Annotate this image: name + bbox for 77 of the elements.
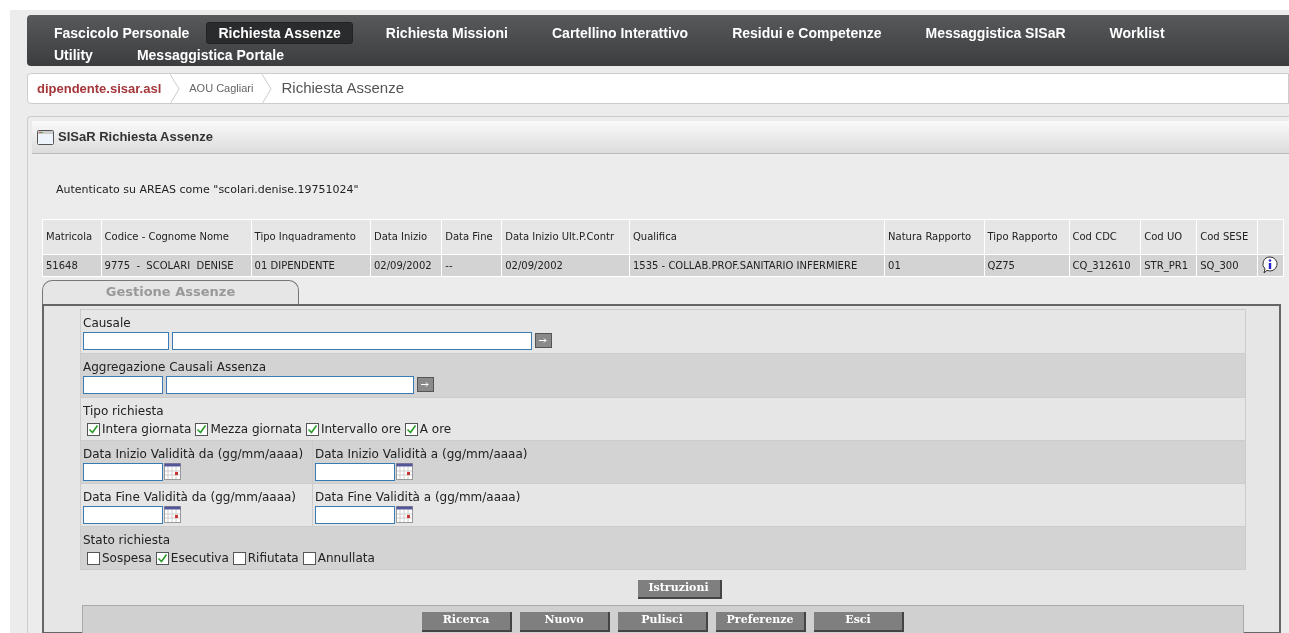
checkbox-label: Annullata [317, 549, 375, 567]
column-header: Cod SESE [1196, 219, 1258, 254]
column-header: Cod UO [1140, 219, 1197, 254]
field-label: Causale [83, 314, 132, 332]
input-field[interactable] [83, 505, 163, 524]
lookup-button[interactable] [417, 377, 434, 392]
input-field[interactable] [83, 462, 163, 481]
calendar-icon[interactable] [164, 463, 181, 480]
column-header: Tipo Inquadramento [251, 219, 371, 254]
checkbox[interactable] [87, 551, 100, 565]
column-header: Matricola [42, 219, 102, 254]
column-header: Data Inizio [370, 219, 442, 254]
checkbox-label: Intera giornata [102, 420, 192, 438]
checkbox[interactable] [404, 422, 418, 436]
action-button[interactable]: Preferenze [716, 611, 806, 632]
field-label: Data Inizio Validità da (gg/mm/aaaa) [83, 445, 305, 463]
action-button[interactable]: Pulisci [618, 611, 708, 632]
info-icon[interactable] [1261, 256, 1279, 274]
input-field[interactable] [315, 462, 395, 481]
column-header: Data Fine [441, 219, 502, 254]
checkbox[interactable] [232, 551, 246, 565]
checkbox[interactable] [155, 551, 169, 565]
checkbox-label: Intervallo ore [320, 420, 401, 438]
window-icon [37, 129, 54, 145]
checkbox[interactable] [87, 422, 100, 436]
checkbox-label: Rifiutata [247, 549, 299, 567]
instructions-button[interactable]: Istruzioni [637, 579, 722, 599]
checkbox-label: Mezza giornata [210, 420, 302, 438]
column-header: Cod CDC [1069, 219, 1141, 254]
nav-tab[interactable]: Worklist [1098, 22, 1176, 44]
nav-tab[interactable]: Messaggistica SISaR [914, 22, 1077, 44]
panel-title: SISaR Richiesta Assenze [58, 128, 213, 147]
field-label: Stato richiesta [83, 531, 172, 549]
table-cell: 9775 - SCOLARI DENISE [101, 254, 252, 276]
arrow-icon [421, 382, 430, 387]
checkbox-label: Esecutiva [170, 549, 229, 567]
action-button[interactable]: Esci [814, 611, 904, 632]
field-label: Aggregazione Causali Assenza [83, 358, 268, 376]
input-field[interactable] [172, 331, 532, 350]
column-header: Data Inizio Ult.P.Contr [501, 219, 630, 254]
field-label: Data Inizio Validità a (gg/mm/aaaa) [315, 445, 528, 463]
nav-tab[interactable]: Fascicolo Personale [43, 22, 201, 44]
input-field[interactable] [83, 331, 169, 350]
column-header: Natura Rapporto [884, 219, 984, 254]
nav-tab[interactable]: Richiesta Missioni [374, 22, 519, 44]
checkbox[interactable] [195, 422, 209, 436]
input-field[interactable] [166, 375, 414, 394]
field-label: Data Fine Validità da (gg/mm/aaaa) [83, 488, 298, 506]
nav-tab[interactable]: Richiesta Assenze [206, 22, 353, 44]
lookup-button[interactable] [535, 333, 552, 348]
nav-tab[interactable]: Messaggistica Portale [125, 44, 295, 66]
nav-tab[interactable]: Cartellino Interattivo [541, 22, 700, 44]
nav-tab[interactable]: Utility [43, 44, 104, 66]
column-header: Codice - Cognome Nome [101, 219, 252, 254]
field-label: Tipo richiesta [83, 402, 165, 420]
calendar-icon[interactable] [396, 463, 413, 480]
checkbox-label: Sospesa [102, 549, 152, 567]
arrow-icon [539, 338, 548, 343]
auth-text: Autenticato su AREAS come "scolari.denise.19751024" [55, 182, 360, 198]
checkbox[interactable] [302, 551, 316, 565]
action-button[interactable]: Ricerca [422, 611, 512, 632]
breadcrumb-item[interactable]: AOU Cagliari [180, 80, 263, 97]
field-label: Data Fine Validità a (gg/mm/aaaa) [315, 488, 521, 506]
column-header: Tipo Rapporto [984, 219, 1069, 254]
checkbox[interactable] [305, 422, 319, 436]
input-field[interactable] [83, 375, 163, 394]
breadcrumb-link[interactable]: dipendente.sisar.asl [28, 78, 171, 99]
breadcrumb-current: Richiesta Assenze [280, 78, 406, 99]
nav-tab[interactable]: Residui e Competenze [721, 22, 893, 44]
checkbox-label: A ore [419, 420, 452, 438]
input-field[interactable] [315, 505, 395, 524]
table-cell: 1535 - COLLAB.PROF.SANITARIO INFERMIERE [629, 254, 885, 276]
column-header: Qualifica [629, 219, 885, 254]
calendar-icon[interactable] [164, 506, 181, 523]
action-button[interactable]: Nuovo [520, 611, 610, 632]
table-cell: 51648 [42, 254, 102, 276]
calendar-icon[interactable] [396, 506, 413, 523]
